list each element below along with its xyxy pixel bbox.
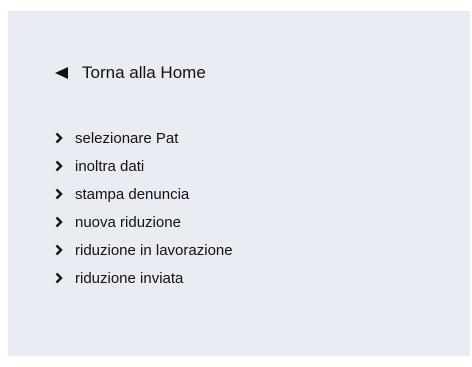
chevron-right-icon <box>55 272 63 284</box>
menu-item-label: stampa denuncia <box>75 185 190 203</box>
menu-item-selezionare-pat[interactable]: selezionare Pat <box>55 124 233 152</box>
menu-item-label: inoltra dati <box>75 157 145 175</box>
sidebar-menu: selezionare Pat inoltra dati stampa denu… <box>55 124 233 292</box>
chevron-right-icon <box>55 188 63 200</box>
home-link-label: Torna alla Home <box>82 63 206 82</box>
menu-item-inoltra-dati[interactable]: inoltra dati <box>55 152 233 180</box>
sidebar-panel: Torna alla Home selezionare Pat inoltra … <box>8 11 470 356</box>
menu-item-nuova-riduzione[interactable]: nuova riduzione <box>55 208 233 236</box>
menu-item-label: riduzione inviata <box>75 269 184 287</box>
menu-item-label: nuova riduzione <box>75 213 181 231</box>
home-link[interactable]: Torna alla Home <box>55 63 206 83</box>
left-triangle-icon <box>55 67 68 79</box>
chevron-right-icon <box>55 132 63 144</box>
menu-item-riduzione-inviata[interactable]: riduzione inviata <box>55 264 233 292</box>
menu-item-stampa-denuncia[interactable]: stampa denuncia <box>55 180 233 208</box>
chevron-right-icon <box>55 216 63 228</box>
menu-item-riduzione-in-lavorazione[interactable]: riduzione in lavorazione <box>55 236 233 264</box>
menu-item-label: selezionare Pat <box>75 129 179 147</box>
chevron-right-icon <box>55 160 63 172</box>
menu-item-label: riduzione in lavorazione <box>75 241 233 259</box>
chevron-right-icon <box>55 244 63 256</box>
